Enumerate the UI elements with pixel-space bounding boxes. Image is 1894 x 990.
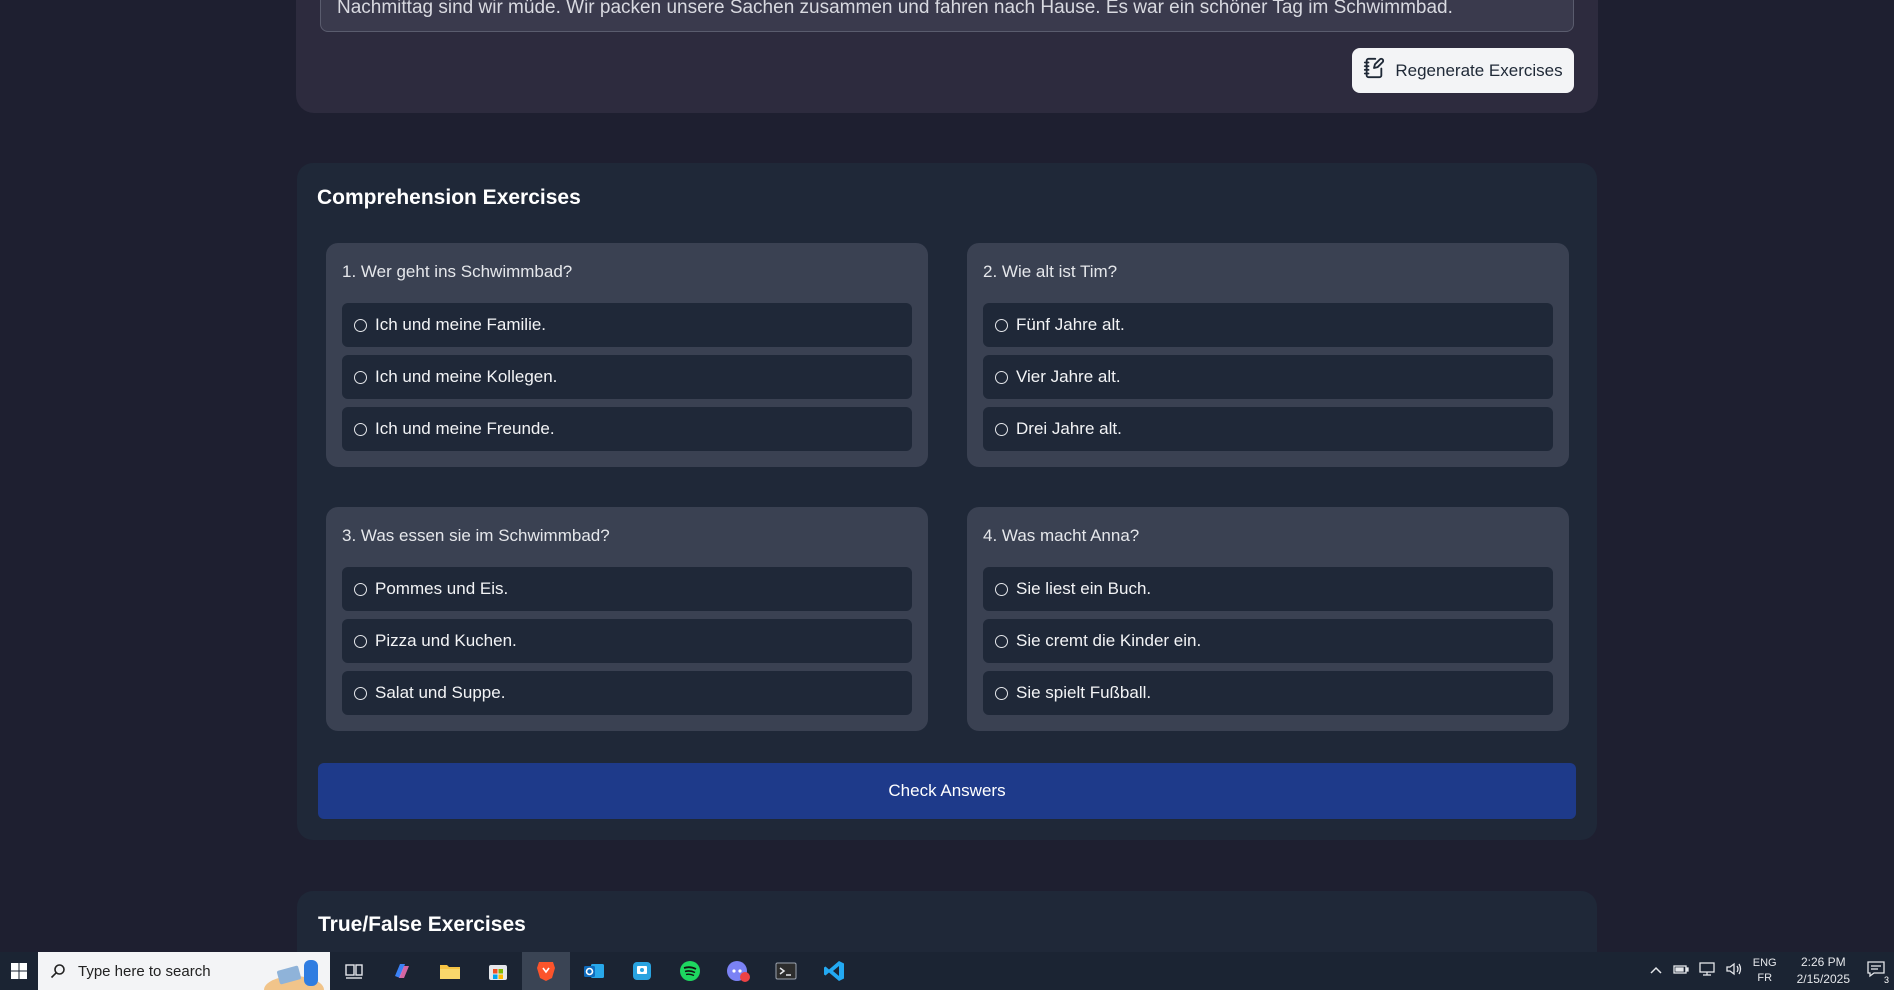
true-false-title: True/False Exercises — [318, 913, 526, 936]
notification-count-badge: 3 — [1883, 974, 1889, 985]
system-tray: ENG FR 2:26 PM 2/15/2025 3 — [1649, 952, 1894, 990]
option-label: Salat und Suppe. — [375, 683, 506, 702]
option-3-3[interactable]: Salat und Suppe. — [342, 671, 912, 715]
regenerate-exercises-button[interactable]: Regenerate Exercises — [1352, 48, 1574, 93]
notebook-pen-icon — [1363, 57, 1385, 84]
clock[interactable]: 2:26 PM 2/15/2025 — [1797, 954, 1850, 988]
discord-icon[interactable] — [714, 952, 762, 990]
option-4-1[interactable]: Sie liest ein Buch. — [983, 567, 1553, 611]
option-label: Sie liest ein Buch. — [1016, 579, 1152, 598]
quick-assist-icon[interactable] — [618, 952, 666, 990]
vscode-icon[interactable] — [810, 952, 858, 990]
notifications-icon[interactable]: 3 — [1866, 960, 1889, 985]
option-label: Ich und meine Kollegen. — [375, 367, 558, 386]
question-card-1: 1. Wer geht ins Schwimmbad? Ich und mein… — [326, 243, 928, 467]
radio-icon[interactable] — [354, 686, 367, 700]
option-1-2[interactable]: Ich und meine Kollegen. — [342, 355, 912, 399]
question-card-4: 4. Was macht Anna? Sie liest ein Buch. S… — [967, 507, 1569, 731]
radio-icon[interactable] — [354, 318, 367, 332]
task-view-icon[interactable] — [330, 952, 378, 990]
story-text-box: Nachmittag sind wir müde. Wir packen uns… — [320, 0, 1574, 32]
option-1-3[interactable]: Ich und meine Freunde. — [342, 407, 912, 451]
copilot-icon[interactable] — [378, 952, 426, 990]
option-label: Fünf Jahre alt. — [1016, 315, 1125, 334]
clock-time: 2:26 PM — [1800, 955, 1846, 969]
outlook-icon[interactable] — [570, 952, 618, 990]
option-3-1[interactable]: Pommes und Eis. — [342, 567, 912, 611]
option-label: Pizza und Kuchen. — [375, 631, 517, 650]
windows-start-button[interactable] — [0, 952, 38, 990]
language-primary: ENG — [1752, 957, 1777, 969]
language-secondary: FR — [1757, 972, 1773, 984]
taskbar: Type here to search ENG FR 2:26 PM 2/15/… — [0, 952, 1894, 990]
option-label: Sie spielt Fußball. — [1016, 683, 1152, 702]
option-2-1[interactable]: Fünf Jahre alt. — [983, 303, 1553, 347]
option-4-3[interactable]: Sie spielt Fußball. — [983, 671, 1553, 715]
option-label: Ich und meine Familie. — [375, 315, 547, 334]
story-text: Nachmittag sind wir müde. Wir packen uns… — [337, 0, 1453, 18]
radio-icon[interactable] — [354, 370, 367, 384]
radio-icon[interactable] — [995, 634, 1008, 648]
question-card-2: 2. Wie alt ist Tim? Fünf Jahre alt. Vier… — [967, 243, 1569, 467]
search-placeholder: Type here to search — [78, 962, 211, 980]
option-label: Sie cremt die Kinder ein. — [1016, 631, 1202, 650]
spotify-icon[interactable] — [666, 952, 714, 990]
question-text-1: 1. Wer geht ins Schwimmbad? — [342, 262, 573, 281]
microsoft-store-icon[interactable] — [474, 952, 522, 990]
radio-icon[interactable] — [995, 370, 1008, 384]
comprehension-title: Comprehension Exercises — [317, 186, 581, 209]
option-2-3[interactable]: Drei Jahre alt. — [983, 407, 1553, 451]
option-label: Vier Jahre alt. — [1016, 367, 1121, 386]
network-icon[interactable] — [1699, 961, 1715, 981]
story-card: Nachmittag sind wir müde. Wir packen uns… — [296, 0, 1598, 113]
option-label: Ich und meine Freunde. — [375, 419, 555, 438]
question-card-3: 3. Was essen sie im Schwimmbad? Pommes u… — [326, 507, 928, 731]
battery-icon[interactable] — [1673, 962, 1689, 980]
search-icon — [50, 964, 65, 979]
radio-icon[interactable] — [995, 582, 1008, 596]
option-label: Drei Jahre alt. — [1016, 419, 1122, 438]
regenerate-exercises-label: Regenerate Exercises — [1395, 60, 1563, 80]
option-1-1[interactable]: Ich und meine Familie. — [342, 303, 912, 347]
check-answers-button[interactable]: Check Answers — [318, 763, 1576, 819]
radio-icon[interactable] — [354, 634, 367, 648]
option-4-2[interactable]: Sie cremt die Kinder ein. — [983, 619, 1553, 663]
radio-icon[interactable] — [995, 422, 1008, 436]
option-label: Pommes und Eis. — [375, 579, 509, 598]
question-text-4: 4. Was macht Anna? — [983, 526, 1140, 545]
question-text-2: 2. Wie alt ist Tim? — [983, 262, 1118, 281]
comprehension-exercises-card: Comprehension Exercises 1. Wer geht ins … — [297, 163, 1597, 840]
radio-icon[interactable] — [995, 318, 1008, 332]
file-explorer-icon[interactable] — [426, 952, 474, 990]
brave-browser-icon[interactable] — [522, 952, 570, 990]
option-2-2[interactable]: Vier Jahre alt. — [983, 355, 1553, 399]
windows-logo-icon — [11, 963, 27, 979]
radio-icon[interactable] — [354, 582, 367, 596]
taskbar-search-box[interactable]: Type here to search — [38, 952, 330, 990]
chevron-up-icon[interactable] — [1649, 962, 1663, 980]
question-text-3: 3. Was essen sie im Schwimmbad? — [342, 526, 610, 545]
input-language-indicator[interactable]: ENG FR — [1753, 956, 1777, 986]
radio-icon[interactable] — [354, 422, 367, 436]
terminal-icon[interactable] — [762, 952, 810, 990]
search-highlight-icon — [264, 956, 324, 990]
option-3-2[interactable]: Pizza und Kuchen. — [342, 619, 912, 663]
radio-icon[interactable] — [995, 686, 1008, 700]
clock-date: 2/15/2025 — [1796, 972, 1850, 986]
volume-icon[interactable] — [1725, 962, 1743, 981]
